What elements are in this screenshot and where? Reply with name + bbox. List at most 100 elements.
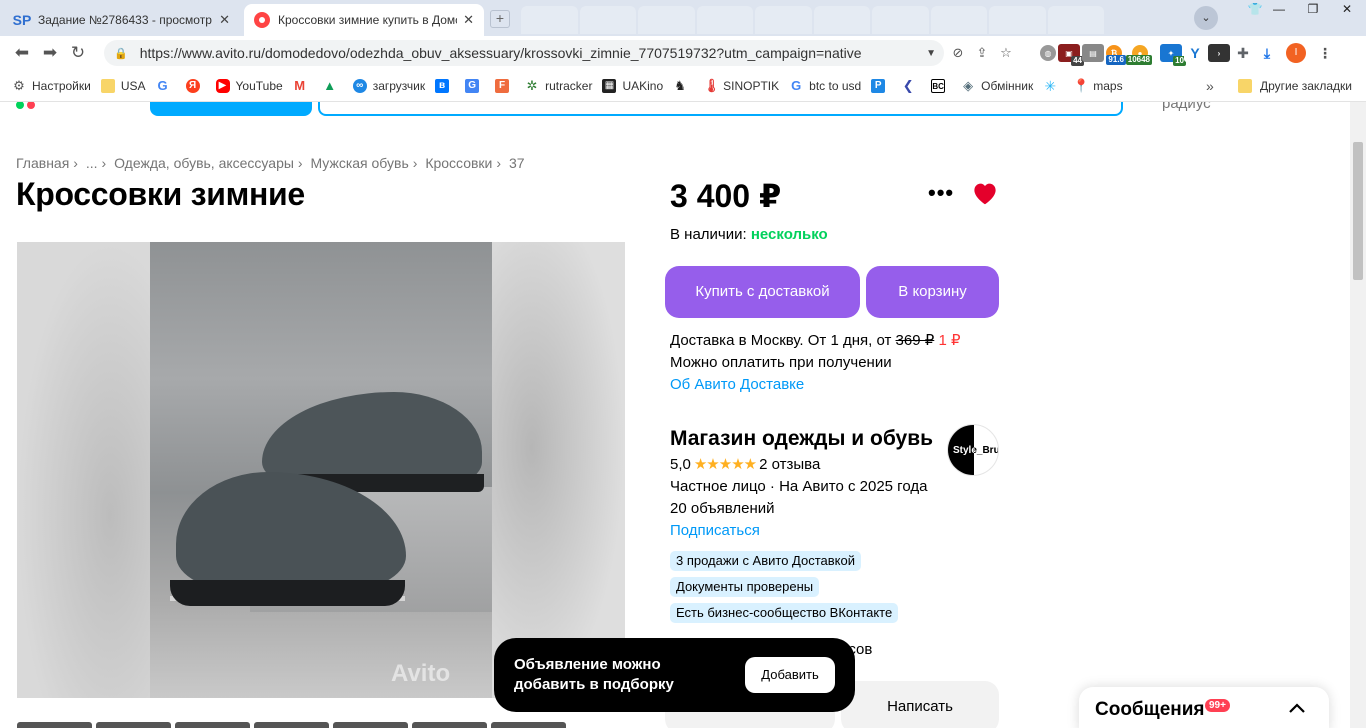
- tab-avito[interactable]: Кроссовки зимние купить в Домс ✕: [244, 4, 484, 36]
- write-message-button[interactable]: Написать: [841, 681, 999, 728]
- reviews-link[interactable]: 2 отзыва: [759, 456, 820, 473]
- avito-icon: [254, 12, 270, 28]
- thumbnail[interactable]: [96, 722, 171, 728]
- block-icon[interactable]: ⊘: [949, 44, 967, 62]
- breadcrumb-link[interactable]: Кроссовки: [425, 155, 492, 171]
- photo-thumbnails[interactable]: [17, 722, 570, 728]
- bookmark-vk[interactable]: в: [435, 78, 455, 93]
- about-delivery-link[interactable]: Об Авито Доставке: [670, 374, 961, 396]
- product-photo-gallery[interactable]: Avito: [17, 242, 625, 698]
- breadcrumb-link[interactable]: Одежда, обувь, аксессуары: [114, 155, 294, 171]
- bookmark-downloader[interactable]: ∞ загрузчик: [352, 78, 425, 93]
- bookmark-maps[interactable]: 📍 maps: [1073, 78, 1122, 93]
- avatar[interactable]: I: [1286, 43, 1306, 63]
- bookmark-btc[interactable]: Gbtc to usd: [789, 78, 861, 93]
- terminal-icon[interactable]: ›: [1208, 44, 1230, 62]
- forward-icon[interactable]: ➡: [36, 43, 64, 63]
- google-icon: G: [157, 77, 168, 93]
- share-icon[interactable]: ⇪: [973, 44, 991, 62]
- bookmark-star[interactable]: ✳: [1043, 79, 1063, 93]
- search-input[interactable]: [318, 102, 1123, 116]
- bookmark-yandex[interactable]: Я: [185, 78, 206, 93]
- diamond-icon: ◈: [963, 77, 974, 93]
- thumbnail[interactable]: [175, 722, 250, 728]
- bookmarks-more-button[interactable]: »: [1206, 70, 1214, 102]
- bc-icon: BC: [931, 78, 946, 93]
- breadcrumb-link[interactable]: ...: [86, 155, 98, 171]
- browser-tab-bar: SP Задание №2786433 - просмотр з ✕ Кросс…: [0, 0, 1366, 36]
- thumbnail[interactable]: [254, 722, 329, 728]
- folder-icon: [100, 78, 115, 93]
- minimize-icon[interactable]: —: [1262, 0, 1296, 18]
- close-icon[interactable]: ✕: [463, 12, 474, 28]
- messages-panel[interactable]: Сообщения 99+: [1079, 687, 1329, 728]
- seller-avatar[interactable]: Style_Bru: [947, 424, 999, 476]
- extension-icon[interactable]: ▣ 44: [1058, 44, 1084, 66]
- favorite-heart-icon[interactable]: [970, 178, 1000, 208]
- bookmark-google[interactable]: G: [156, 77, 176, 93]
- globe-icon[interactable]: ◍: [1040, 45, 1056, 61]
- new-tab-button[interactable]: +: [490, 10, 510, 28]
- scrollbar-thumb[interactable]: [1353, 142, 1363, 280]
- thumbnail[interactable]: [491, 722, 566, 728]
- add-to-collection-button[interactable]: Добавить: [745, 657, 835, 693]
- subscribe-link[interactable]: Подписаться: [670, 520, 927, 542]
- puzzle-icon[interactable]: ✚: [1232, 44, 1254, 62]
- bookmark-p[interactable]: P: [871, 78, 891, 93]
- product-photo[interactable]: [150, 242, 492, 698]
- avito-page: радиус Главная › ... › Одежда, обувь, аксе…: [0, 102, 1350, 728]
- tab-search-icon[interactable]: ⌄: [1194, 6, 1218, 30]
- thumbnail[interactable]: [17, 722, 92, 728]
- maximize-icon[interactable]: ❐: [1296, 0, 1330, 18]
- bookmark-chess[interactable]: ♞: [673, 78, 693, 93]
- extension-icon[interactable]: ✦ 10: [1160, 44, 1186, 66]
- bookmark-translate[interactable]: G: [465, 78, 485, 93]
- seller-ads-count[interactable]: 20 объявлений: [670, 498, 927, 520]
- radius-filter[interactable]: радиус: [1162, 102, 1211, 112]
- other-bookmarks[interactable]: Другие закладки: [1238, 70, 1352, 102]
- breadcrumb-link[interactable]: 37: [509, 155, 525, 171]
- seller-name[interactable]: Магазин одежды и обувь: [670, 427, 933, 451]
- bookmark-exchange[interactable]: ◈ Обмінник: [961, 77, 1033, 93]
- add-to-cart-button[interactable]: В корзину: [866, 266, 999, 318]
- bitcoin-icon[interactable]: ₿ 91.6: [1106, 45, 1126, 65]
- rutracker-icon: ✲: [526, 77, 538, 93]
- dropdown-icon[interactable]: ▼: [926, 48, 936, 59]
- reload-icon[interactable]: ↻: [64, 43, 92, 63]
- all-categories-button[interactable]: [150, 102, 312, 116]
- download-icon[interactable]: ⤓: [1256, 44, 1278, 62]
- bookmark-f[interactable]: F: [495, 78, 515, 93]
- tab-title: Кроссовки зимние купить в Домс: [278, 13, 458, 27]
- breadcrumb-link[interactable]: Главная: [16, 155, 69, 171]
- briefcase-icon[interactable]: ▤: [1082, 44, 1104, 62]
- url-input[interactable]: 🔒 https://www.avito.ru/domodedovo/odezhd…: [104, 40, 944, 66]
- avito-logo[interactable]: [16, 102, 56, 109]
- back-icon[interactable]: ⬅: [8, 43, 36, 63]
- tab-task[interactable]: SP Задание №2786433 - просмотр з ✕: [4, 4, 240, 36]
- y-icon[interactable]: Y: [1184, 44, 1206, 62]
- bookmark-bc[interactable]: BC: [931, 78, 951, 93]
- menu-icon[interactable]: ⋮: [1314, 44, 1336, 62]
- close-window-icon[interactable]: ✕: [1330, 0, 1364, 18]
- availability-value: несколько: [750, 226, 828, 243]
- bookmark-uakino[interactable]: ▦ UAKino: [602, 78, 663, 93]
- bookmark-settings[interactable]: ⚙ Настройки: [12, 78, 91, 93]
- bookmark-gmail[interactable]: M: [293, 78, 313, 93]
- bookmark-usa[interactable]: USA: [100, 78, 146, 93]
- thumbnail[interactable]: [412, 722, 487, 728]
- close-icon[interactable]: ✕: [219, 12, 230, 28]
- coin-icon[interactable]: ● 10648: [1125, 45, 1152, 65]
- bookmark-rutracker[interactable]: ✲ rutracker: [525, 77, 593, 93]
- star-icon[interactable]: ☆: [997, 44, 1015, 62]
- bookmark-youtube[interactable]: ▶ YouTube: [215, 78, 283, 93]
- more-options-icon[interactable]: •••: [928, 180, 954, 206]
- chevron-up-icon[interactable]: [1287, 699, 1307, 719]
- buy-with-delivery-button[interactable]: Купить с доставкой: [665, 266, 860, 318]
- breadcrumb-link[interactable]: Мужская обувь: [310, 155, 408, 171]
- page-scrollbar[interactable]: [1350, 102, 1366, 728]
- thumbnail[interactable]: [333, 722, 408, 728]
- bookmark-sinoptik[interactable]: 🌡 SINOPTIK: [703, 78, 779, 93]
- bookmark-drive[interactable]: ▲: [323, 78, 343, 93]
- bookmark-arrow[interactable]: ❮: [901, 78, 921, 93]
- payment-note: Можно оплатить при получении: [670, 354, 892, 371]
